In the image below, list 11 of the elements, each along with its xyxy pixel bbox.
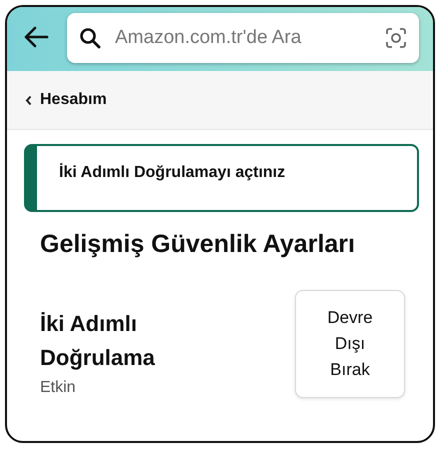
camera-scan-icon[interactable]	[385, 27, 407, 49]
search-bar[interactable]: Amazon.com.tr'de Ara	[67, 13, 419, 63]
setting-title: İki Adımlı Doğrulama	[40, 310, 156, 372]
back-arrow-icon[interactable]	[23, 26, 49, 48]
chevron-left-icon	[25, 94, 32, 106]
search-icon	[79, 27, 101, 49]
alert-message: İki Adımlı Doğrulamayı açtınız	[59, 164, 286, 181]
page-title: Gelişmiş Güvenlik Ayarları	[40, 230, 356, 259]
back-link[interactable]: Hesabım	[25, 91, 107, 109]
disable-button[interactable]: Devre Dışı Bırak	[295, 290, 405, 398]
setting-status: Etkin	[40, 379, 77, 397]
